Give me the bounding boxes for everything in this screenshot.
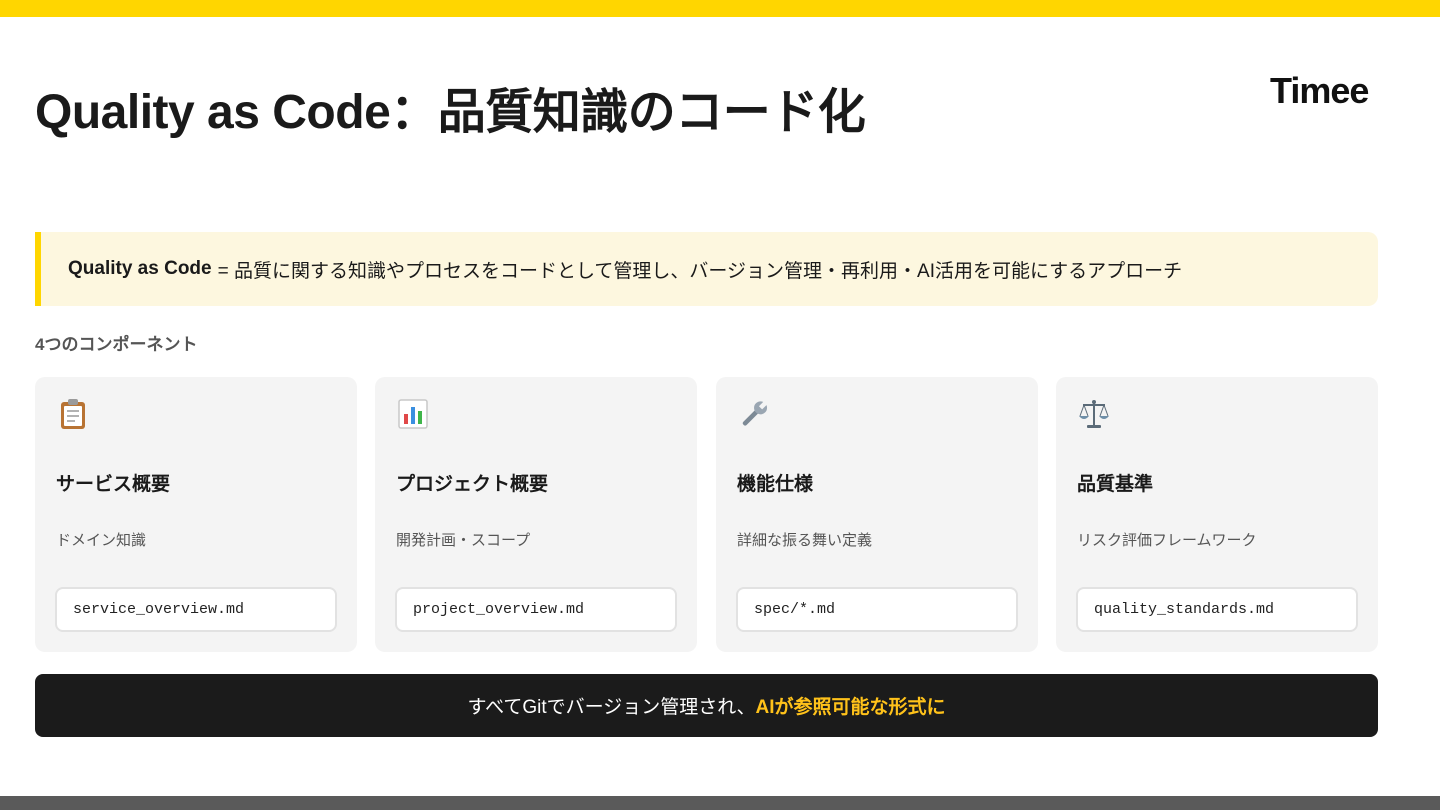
- timee-logo: Timee: [1270, 70, 1369, 111]
- definition-text: = 品質に関する知識やプロセスをコードとして管理し、バージョン管理・再利用・AI…: [217, 260, 1183, 282]
- component-file: quality_standards.md: [1076, 587, 1358, 632]
- balance-scale-icon: [1079, 400, 1109, 428]
- component-file: service_overview.md: [55, 587, 337, 632]
- component-description: 詳細な振る舞い定義: [737, 532, 873, 549]
- component-card-service-overview: サービス概要 ドメイン知識 service_overview.md: [35, 377, 357, 652]
- section-label: 4つのコンポーネント: [35, 335, 198, 354]
- component-description: ドメイン知識: [56, 532, 147, 549]
- banner-highlight: AIが参照可能な形式に: [755, 697, 946, 718]
- component-title: 機能仕様: [737, 474, 814, 495]
- component-card-quality-standards: 品質基準 リスク評価フレームワーク quality_standards.md: [1056, 377, 1378, 652]
- top-accent-bar: [0, 0, 1440, 17]
- component-card-project-overview: プロジェクト概要 開発計画・スコープ project_overview.md: [375, 377, 697, 652]
- component-file: project_overview.md: [395, 587, 677, 632]
- component-title: プロジェクト概要: [396, 474, 549, 495]
- component-title: 品質基準: [1077, 474, 1154, 495]
- component-description: リスク評価フレームワーク: [1077, 532, 1257, 549]
- wrench-icon: [742, 401, 768, 426]
- component-title: サービス概要: [56, 474, 171, 495]
- definition-term: Quality as Code: [68, 258, 212, 279]
- clipboard-icon: [61, 399, 85, 429]
- slide-title: Quality as Code：品質知識のコード化: [35, 86, 866, 139]
- bottom-bar: [0, 796, 1440, 810]
- summary-banner: すべてGitでバージョン管理され、 AIが参照可能な形式に: [35, 674, 1378, 737]
- bar-chart-icon: [398, 399, 428, 429]
- component-card-feature-spec: 機能仕様 詳細な振る舞い定義 spec/*.md: [716, 377, 1038, 652]
- component-file: spec/*.md: [736, 587, 1018, 632]
- banner-text: すべてGitでバージョン管理され、: [467, 697, 756, 718]
- component-description: 開発計画・スコープ: [396, 532, 531, 549]
- definition-callout: Quality as Code = 品質に関する知識やプロセスをコードとして管理…: [35, 232, 1378, 306]
